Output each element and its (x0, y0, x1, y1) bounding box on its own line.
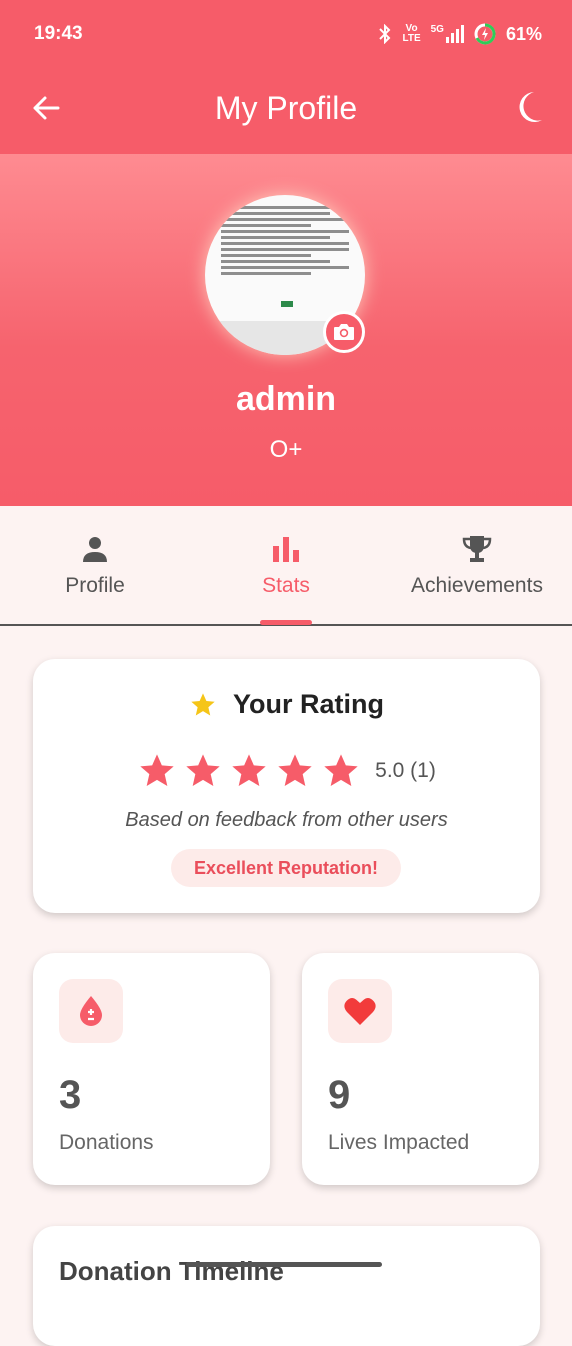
page-title: My Profile (214, 90, 358, 126)
avatar-document-image (221, 203, 349, 278)
star-rating: 5.0 (1) (33, 751, 540, 791)
star-icon (191, 692, 215, 715)
home-indicator[interactable] (186, 1262, 382, 1267)
app-bar: My Profile (0, 68, 572, 154)
tab-profile[interactable]: Profile (0, 506, 190, 624)
donations-card: 3 Donations (33, 953, 270, 1185)
bluetooth-icon (379, 24, 391, 44)
bar-chart-icon (273, 537, 299, 562)
timeline-title: Donation Timeline (59, 1256, 284, 1286)
status-bar: 19:43 Vo LTE 5G 61% (0, 0, 572, 68)
moon-icon[interactable] (514, 90, 544, 124)
battery-charging-icon (474, 23, 496, 45)
trophy-icon (462, 536, 492, 562)
blood-type: O+ (269, 436, 303, 463)
reputation-badge: Excellent Reputation! (171, 849, 401, 887)
lives-impacted-label: Lives Impacted (328, 1131, 470, 1154)
tab-achievements[interactable]: Achievements (382, 506, 572, 624)
username: admin (235, 380, 337, 418)
star-icon (324, 754, 358, 786)
star-icon (232, 754, 266, 786)
tab-bar: Profile Stats Achievements (0, 506, 572, 626)
blood-drop-icon (80, 996, 102, 1026)
donations-count: 3 (59, 1073, 82, 1117)
heart-icon (344, 998, 376, 1025)
camera-icon (334, 324, 354, 340)
star-icon (140, 754, 174, 786)
active-tab-indicator (260, 620, 312, 625)
rating-score: 5.0 (1) (375, 759, 436, 782)
change-photo-button[interactable] (323, 311, 365, 353)
status-time: 19:43 (34, 23, 83, 44)
tab-label: Profile (65, 574, 125, 597)
tab-stats[interactable]: Stats (191, 506, 381, 624)
star-icon (278, 754, 312, 786)
profile-header: admin O+ (0, 154, 572, 506)
status-icons: Vo LTE 5G 61% (378, 23, 542, 45)
rating-subtitle: Based on feedback from other users (125, 809, 448, 831)
rating-card: Your Rating 5.0 (1) Based on feedback fr… (33, 659, 540, 913)
rating-title: Your Rating (233, 689, 384, 719)
person-icon (83, 537, 107, 562)
signal-icon: 5G (431, 25, 464, 43)
lives-impacted-card: 9 Lives Impacted (302, 953, 539, 1185)
battery-level: 61% (505, 23, 542, 44)
donations-label: Donations (59, 1131, 154, 1154)
tab-label: Achievements (411, 574, 543, 597)
volte-indicator: Vo LTE (402, 23, 421, 44)
donation-timeline-card: Donation Timeline (33, 1226, 540, 1346)
tab-label: Stats (262, 574, 310, 597)
star-icon (186, 754, 220, 786)
lives-impacted-count: 9 (328, 1073, 351, 1117)
